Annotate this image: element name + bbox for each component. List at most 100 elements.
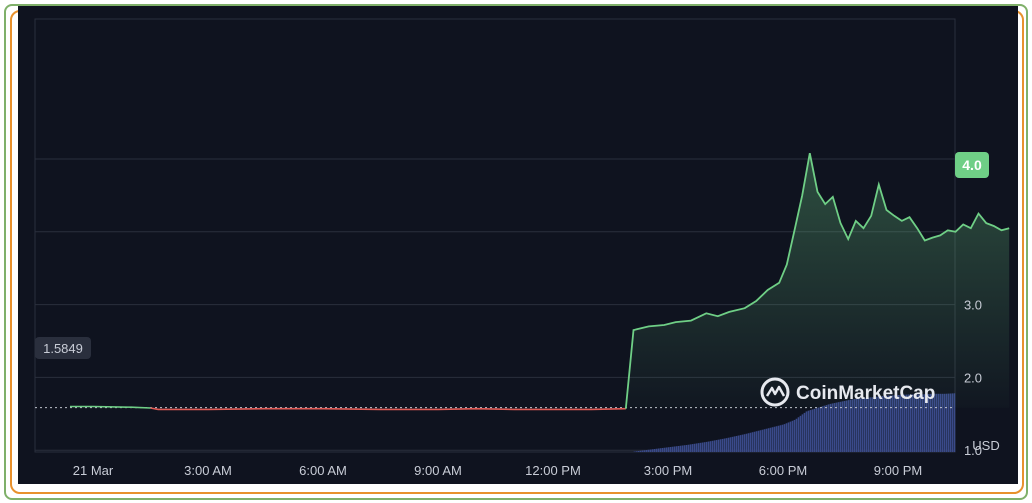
volume-bar — [709, 441, 712, 452]
volume-bar — [681, 445, 684, 452]
price-chart[interactable]: 1.02.03.05.0 21 Mar3:00 AM6:00 AM9:00 AM… — [18, 6, 1018, 484]
open-price-badge: 1.5849 — [35, 337, 91, 359]
volume-bar — [725, 438, 728, 452]
volume-bar — [769, 427, 772, 452]
volume-bar — [809, 410, 812, 452]
volume-bar — [721, 438, 724, 452]
volume-bar — [823, 405, 826, 452]
x-tick-label: 21 Mar — [73, 463, 114, 478]
volume-bar — [793, 419, 796, 452]
volume-bar — [645, 449, 648, 452]
volume-bar — [669, 446, 672, 452]
volume-bar — [673, 446, 676, 452]
volume-bar — [727, 437, 730, 452]
x-tick-label: 12:00 PM — [525, 463, 581, 478]
volume-bar — [845, 400, 848, 452]
volume-bar — [781, 424, 784, 452]
volume-bar — [783, 424, 786, 452]
volume-bar — [765, 428, 768, 452]
volume-bar — [707, 441, 710, 452]
price-chart-card: 1.02.03.05.0 21 Mar3:00 AM6:00 AM9:00 AM… — [18, 6, 1018, 484]
volume-bar — [657, 448, 660, 452]
open-price-label: 1.5849 — [43, 341, 83, 356]
volume-bar — [739, 435, 742, 452]
volume-bar — [817, 407, 820, 452]
volume-bar — [813, 408, 816, 452]
volume-bar — [665, 447, 668, 452]
volume-bar — [679, 445, 682, 452]
volume-bar — [763, 429, 766, 452]
current-price-badge: 4.0 — [955, 152, 989, 178]
volume-bar — [705, 441, 708, 452]
volume-bar — [811, 409, 814, 452]
volume-bar — [643, 450, 646, 452]
volume-bar — [829, 403, 832, 452]
y-tick-label: 2.0 — [964, 370, 982, 385]
volume-bar — [775, 426, 778, 452]
volume-bar — [843, 400, 846, 452]
x-tick-label: 6:00 AM — [299, 463, 347, 478]
volume-bar — [779, 425, 782, 452]
volume-bar — [633, 451, 636, 452]
volume-bar — [827, 404, 830, 452]
volume-bar — [715, 440, 718, 452]
currency-label: USD — [972, 438, 999, 453]
volume-bar — [771, 427, 774, 452]
volume-bar — [693, 443, 696, 452]
volume-bar — [747, 433, 750, 452]
volume-bar — [741, 434, 744, 452]
volume-bar — [749, 432, 752, 452]
volume-bar — [837, 402, 840, 452]
volume-bar — [751, 432, 754, 452]
volume-bar — [833, 403, 836, 452]
volume-bar — [653, 448, 656, 452]
volume-bar — [815, 408, 818, 452]
volume-bar — [661, 447, 664, 452]
volume-bar — [717, 439, 720, 452]
volume-bar — [697, 443, 700, 452]
volume-bar — [831, 403, 834, 452]
brand-name: CoinMarketCap — [796, 383, 935, 404]
volume-bar — [839, 401, 842, 452]
volume-bar — [695, 443, 698, 452]
volume-bar — [841, 401, 844, 452]
volume-bar — [835, 402, 838, 452]
volume-bar — [659, 448, 662, 452]
x-tick-label: 9:00 AM — [414, 463, 462, 478]
volume-bar — [773, 426, 776, 452]
volume-bar — [803, 412, 806, 452]
volume-bar — [671, 446, 674, 452]
x-tick-label: 6:00 PM — [759, 463, 807, 478]
volume-bar — [731, 436, 734, 452]
volume-bar — [797, 417, 800, 452]
volume-bar — [825, 405, 828, 452]
volume-bar — [791, 420, 794, 452]
volume-bar — [743, 434, 746, 452]
volume-bar — [651, 449, 654, 452]
volume-bar — [759, 430, 762, 452]
volume-bar — [647, 449, 650, 452]
volume-bar — [675, 446, 678, 452]
volume-bar — [795, 418, 798, 452]
volume-bar — [799, 415, 802, 452]
volume-bar — [819, 406, 822, 452]
y-tick-label: 3.0 — [964, 298, 982, 313]
x-tick-label: 3:00 AM — [184, 463, 232, 478]
volume-bar — [745, 433, 748, 452]
volume-bar — [635, 451, 638, 452]
volume-bar — [805, 411, 808, 452]
volume-bar — [649, 449, 652, 452]
volume-bar — [807, 410, 810, 452]
volume-bar — [735, 435, 738, 452]
volume-bar — [701, 442, 704, 452]
volume-bar — [789, 421, 792, 452]
volume-bar — [711, 440, 714, 452]
volume-bar — [639, 450, 642, 452]
volume-bar — [847, 400, 850, 452]
volume-bar — [685, 444, 688, 452]
volume-bar — [677, 445, 680, 452]
volume-bar — [733, 436, 736, 452]
volume-bar — [723, 438, 726, 452]
volume-bar — [699, 442, 702, 452]
x-tick-label: 9:00 PM — [874, 463, 922, 478]
